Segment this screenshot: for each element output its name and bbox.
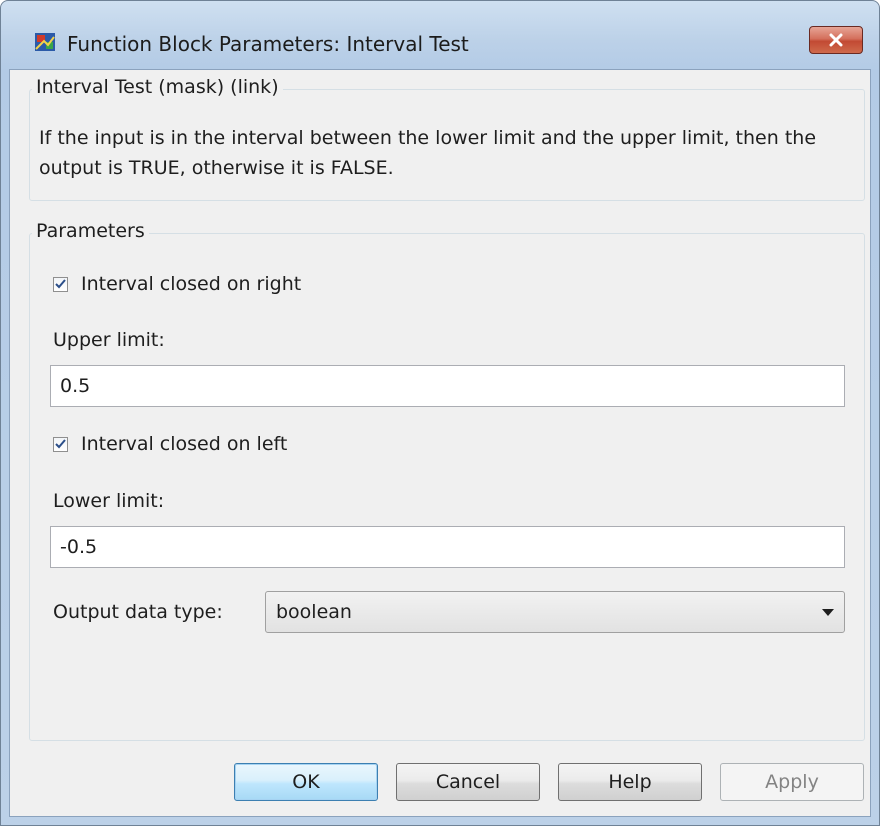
dropdown-arrow-icon[interactable] [822,609,834,616]
apply-button[interactable]: Apply [720,763,864,801]
closed-right-checkbox-row[interactable]: Interval closed on right [53,273,301,295]
lower-limit-input[interactable]: -0.5 [50,526,845,568]
close-icon [829,33,843,47]
parameters-legend: Parameters [32,220,149,242]
lower-limit-label: Lower limit: [53,490,165,512]
description-legend: Interval Test (mask) (link) [32,76,283,98]
closed-left-checkbox[interactable] [53,436,68,452]
simulink-block-icon [35,33,55,51]
window-title: Function Block Parameters: Interval Test [67,32,469,56]
closed-left-label: Interval closed on left [81,433,288,455]
upper-limit-input[interactable]: 0.5 [50,365,845,407]
title-bar[interactable]: Function Block Parameters: Interval Test [1,1,879,69]
cancel-button[interactable]: Cancel [396,763,540,801]
close-button[interactable] [809,26,863,54]
closed-right-label: Interval closed on right [81,273,302,295]
output-type-value: boolean [276,601,352,623]
closed-left-checkbox-row[interactable]: Interval closed on left [53,433,287,455]
parameters-group [29,233,865,741]
output-type-label: Output data type: [53,601,223,623]
dialog-window: Function Block Parameters: Interval Test… [0,0,880,826]
checkmark-icon [55,439,66,449]
description-text: If the input is in the interval between … [39,127,817,179]
help-button[interactable]: Help [558,763,702,801]
ok-button[interactable]: OK [234,763,378,801]
closed-right-checkbox[interactable] [53,276,68,292]
output-type-dropdown[interactable]: boolean [265,591,845,633]
upper-limit-label: Upper limit: [53,329,165,351]
checkmark-icon [55,279,66,289]
